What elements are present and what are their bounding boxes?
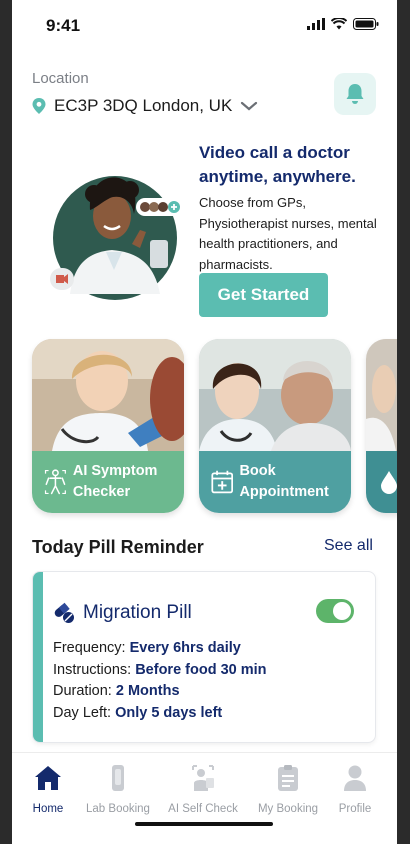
home-icon [35,766,61,790]
pill-duration: Duration: 2 Months [53,683,180,699]
status-bar: 9:41 [12,14,397,38]
bell-icon [346,84,364,104]
hero-description: Choose from GPs, Physiotherapist nurses,… [199,195,377,272]
section-title: Today Pill Reminder [32,537,204,557]
doctor-video-call-illustration [50,176,186,300]
tab-profile[interactable]: Profile [315,761,395,815]
card-accent-bar [33,572,43,742]
body-scan-icon [44,469,66,495]
instructions-value: Before food 30 min [135,662,267,678]
doctor-patient-photo [32,339,184,451]
notifications-button[interactable] [334,73,376,115]
toggle-knob [333,602,351,620]
signal-icon [307,18,325,30]
day-left-label: Day Left: [53,705,112,721]
pill-instructions: Instructions: Before food 30 min [53,662,267,678]
doctor-patient-photo [199,339,351,451]
self-check-icon [192,765,214,791]
tab-label: Home [32,803,64,815]
service-card-more[interactable] [366,339,397,513]
pill-days-left: Day Left: Only 5 days left [53,705,222,721]
pills-icon [54,602,74,623]
app-screen: 9:41 Location EC3P 3DQ London, UK Video … [12,0,397,844]
location-selector[interactable]: EC3P 3DQ London, UK [32,96,258,116]
service-card-label: Book Appointment [239,463,329,500]
pill-reminder-card[interactable]: Migration Pill Frequency: Every 6hrs dai… [32,571,376,743]
clock: 9:41 [46,16,81,35]
service-card-band [366,451,397,513]
drop-icon [381,471,397,494]
bottom-tab-bar: Home Lab Booking AI Self Check My Bookin… [12,752,397,844]
status-icons [307,18,379,30]
tab-label: AI Self Check [168,803,238,815]
service-card-ai-symptom-checker[interactable]: AI Symptom Checker [32,339,184,513]
tab-ai-self-check[interactable]: AI Self Check [163,761,243,815]
duration-label: Duration: [53,683,112,699]
tab-lab-booking[interactable]: Lab Booking [78,761,158,815]
home-indicator [135,822,273,826]
clipboard-icon [278,765,298,791]
pill-frequency: Frequency: Every 6hrs daily [53,640,241,656]
frequency-value: Every 6hrs daily [129,640,241,656]
frequency-label: Frequency: [53,640,126,656]
battery-icon [353,18,379,30]
location-pin-icon [32,98,46,114]
service-card-band: Book Appointment [199,451,351,513]
profile-icon [344,765,366,791]
service-card-book-appointment[interactable]: Book Appointment [199,339,351,513]
tab-home[interactable]: Home [12,761,88,815]
get-started-button[interactable]: Get Started [199,273,328,317]
wifi-icon [331,18,347,30]
service-card-label: AI Symptom Checker [72,463,158,500]
pill-reminder-toggle[interactable] [316,599,354,623]
calendar-plus-icon [211,470,234,494]
chevron-down-icon [241,101,258,111]
see-all-link[interactable]: See all [324,537,373,555]
pill-name: Migration Pill [83,602,192,623]
service-card-band: AI Symptom Checker [32,451,184,513]
test-tube-icon [112,765,124,791]
day-left-value: Only 5 days left [115,705,223,721]
tab-label: Lab Booking [86,803,150,815]
tab-label: Profile [338,803,372,815]
instructions-label: Instructions: [53,662,132,678]
duration-value: 2 Months [115,683,180,699]
location-label: Location [32,70,89,87]
doctor-photo [366,339,397,451]
hero-title: Video call a doctor anytime, anywhere. [199,143,356,186]
location-value: EC3P 3DQ London, UK [54,96,233,115]
